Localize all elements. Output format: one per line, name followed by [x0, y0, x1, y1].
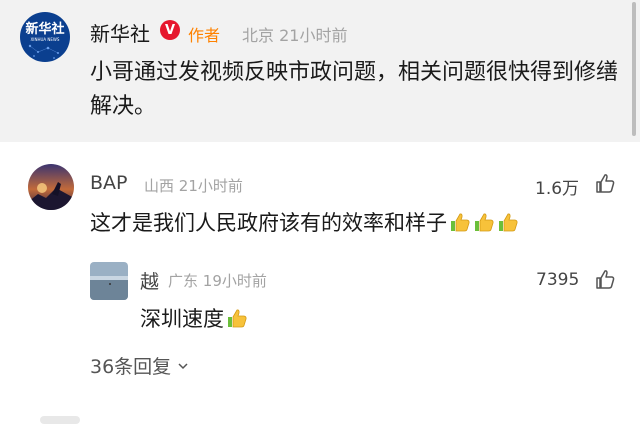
comment-location: 山西 — [144, 177, 175, 195]
comment-time: 21小时前 — [178, 177, 243, 195]
reply-time: 19小时前 — [202, 272, 267, 290]
more-replies-button[interactable]: 36条回复 — [90, 352, 189, 379]
author-avatar[interactable]: 新华社 XINHUA NEWS — [20, 12, 70, 62]
reply-like-icon[interactable] — [594, 268, 616, 290]
post-author-name[interactable]: 新华社 — [90, 18, 150, 47]
more-replies-label: 36条回复 — [90, 356, 172, 378]
sunset-avatar-icon — [28, 164, 74, 210]
thumbs-up-emoji-icon — [475, 213, 494, 232]
comment-like-count: 1.6万 — [535, 179, 580, 199]
reply-avatar[interactable] — [90, 262, 128, 300]
comment-text: 这才是我们人民政府该有的效率和样子 — [90, 211, 447, 235]
post-text: 小哥通过发视频反映市政问题，相关问题很快得到修缮解决。 — [90, 60, 619, 119]
reply-meta: 广东 19小时前 — [168, 270, 267, 291]
verified-badge-icon: V — [160, 20, 180, 40]
comment-like-icon[interactable] — [594, 172, 616, 194]
comment-text-line: 这才是我们人民政府该有的效率和样子 — [90, 208, 519, 238]
reply-text-line: 深圳速度 — [140, 304, 248, 334]
post-meta: 北京 21小时前 — [242, 22, 347, 46]
next-item-peek — [40, 416, 80, 424]
reply-location: 广东 — [168, 272, 199, 290]
comment-meta: 山西 21小时前 — [144, 175, 243, 196]
original-post: 新华社 XINHUA NEWS 新华社 V 作者 北京 21小时前 小哥通过发视… — [0, 0, 640, 142]
landscape-avatar-icon — [90, 262, 128, 300]
chevron-down-icon — [178, 362, 188, 369]
avatar-brand-subtext: XINHUA NEWS — [30, 37, 60, 42]
author-tag: 作者 — [188, 26, 221, 45]
post-location: 北京 — [242, 26, 275, 45]
reply-text: 深圳速度 — [140, 307, 224, 331]
thumbs-up-emoji-icon — [499, 213, 518, 232]
avatar-brand-text: 新华社 — [25, 22, 65, 37]
reply-username[interactable]: 越 — [140, 267, 159, 294]
reply-like-count: 7395 — [536, 270, 580, 290]
post-time: 21小时前 — [279, 26, 348, 45]
thumbs-up-emoji-icon — [451, 213, 470, 232]
comment-avatar[interactable] — [28, 164, 74, 210]
comment-username[interactable]: BAP — [90, 172, 128, 194]
scrollbar[interactable] — [632, 2, 636, 136]
thumbs-up-emoji-icon — [228, 309, 247, 328]
